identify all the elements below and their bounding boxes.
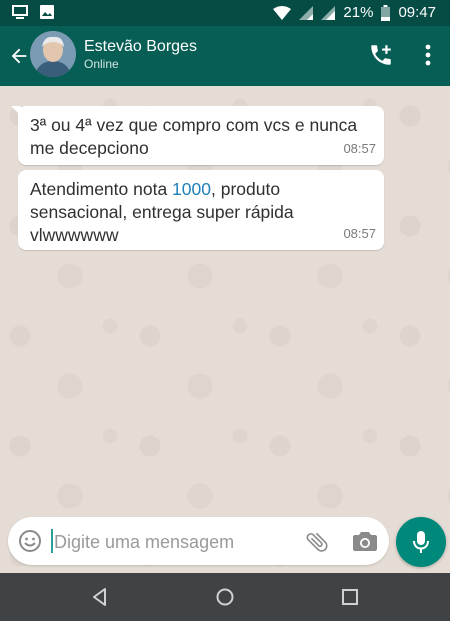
nav-recent-button[interactable] [340,587,360,607]
screen-icon [12,5,28,19]
call-add-icon [371,45,391,65]
message-bubble[interactable]: 3ª ou 4ª vez que compro com vcs e nunca … [11,106,384,165]
message-time: 08:57 [343,141,376,156]
signal-icon [321,6,336,20]
message-input[interactable] [52,525,306,559]
emoji-icon [19,530,41,552]
status-bar: 21% 09:47 [0,0,450,26]
avatar[interactable] [30,31,76,77]
contact-status: Online [84,57,119,71]
image-icon [40,5,54,19]
message-highlight[interactable]: 1000 [172,179,211,199]
nav-home-icon [216,588,234,606]
wifi-icon [273,6,292,20]
mic-icon [413,531,429,553]
message-composer [8,517,389,565]
contact-name[interactable]: Estevão Borges [84,38,197,56]
battery-icon [381,5,391,21]
nav-back-icon [93,588,106,606]
message-bubble[interactable]: Atendimento nota 1000, produto sensacion… [18,170,384,250]
camera-icon [353,532,377,551]
nav-recent-icon [342,589,358,605]
more-vert-icon [425,44,431,66]
chat-header: Estevão Borges Online [0,26,450,86]
more-options-button[interactable] [418,42,438,72]
nav-home-button[interactable] [215,587,235,607]
back-arrow-icon [11,48,27,64]
voice-message-button[interactable] [396,517,446,567]
message-time: 08:57 [343,226,376,241]
add-call-button[interactable] [368,42,398,72]
back-button[interactable] [4,40,32,72]
clock: 09:47 [398,4,436,21]
emoji-button[interactable] [18,529,42,553]
message-text: 3ª ou 4ª vez que compro com vcs e nunca … [30,115,358,158]
attach-button[interactable] [304,529,330,555]
attach-icon [306,532,328,552]
system-navigation-bar [0,573,450,621]
nav-back-button[interactable] [90,587,110,607]
signal-icon [299,6,314,20]
battery-percent: 21% [343,4,374,21]
message-text: Atendimento nota 1000, produto sensacion… [18,170,384,247]
camera-button[interactable] [352,529,378,555]
message-text-part: Atendimento nota [30,179,173,199]
